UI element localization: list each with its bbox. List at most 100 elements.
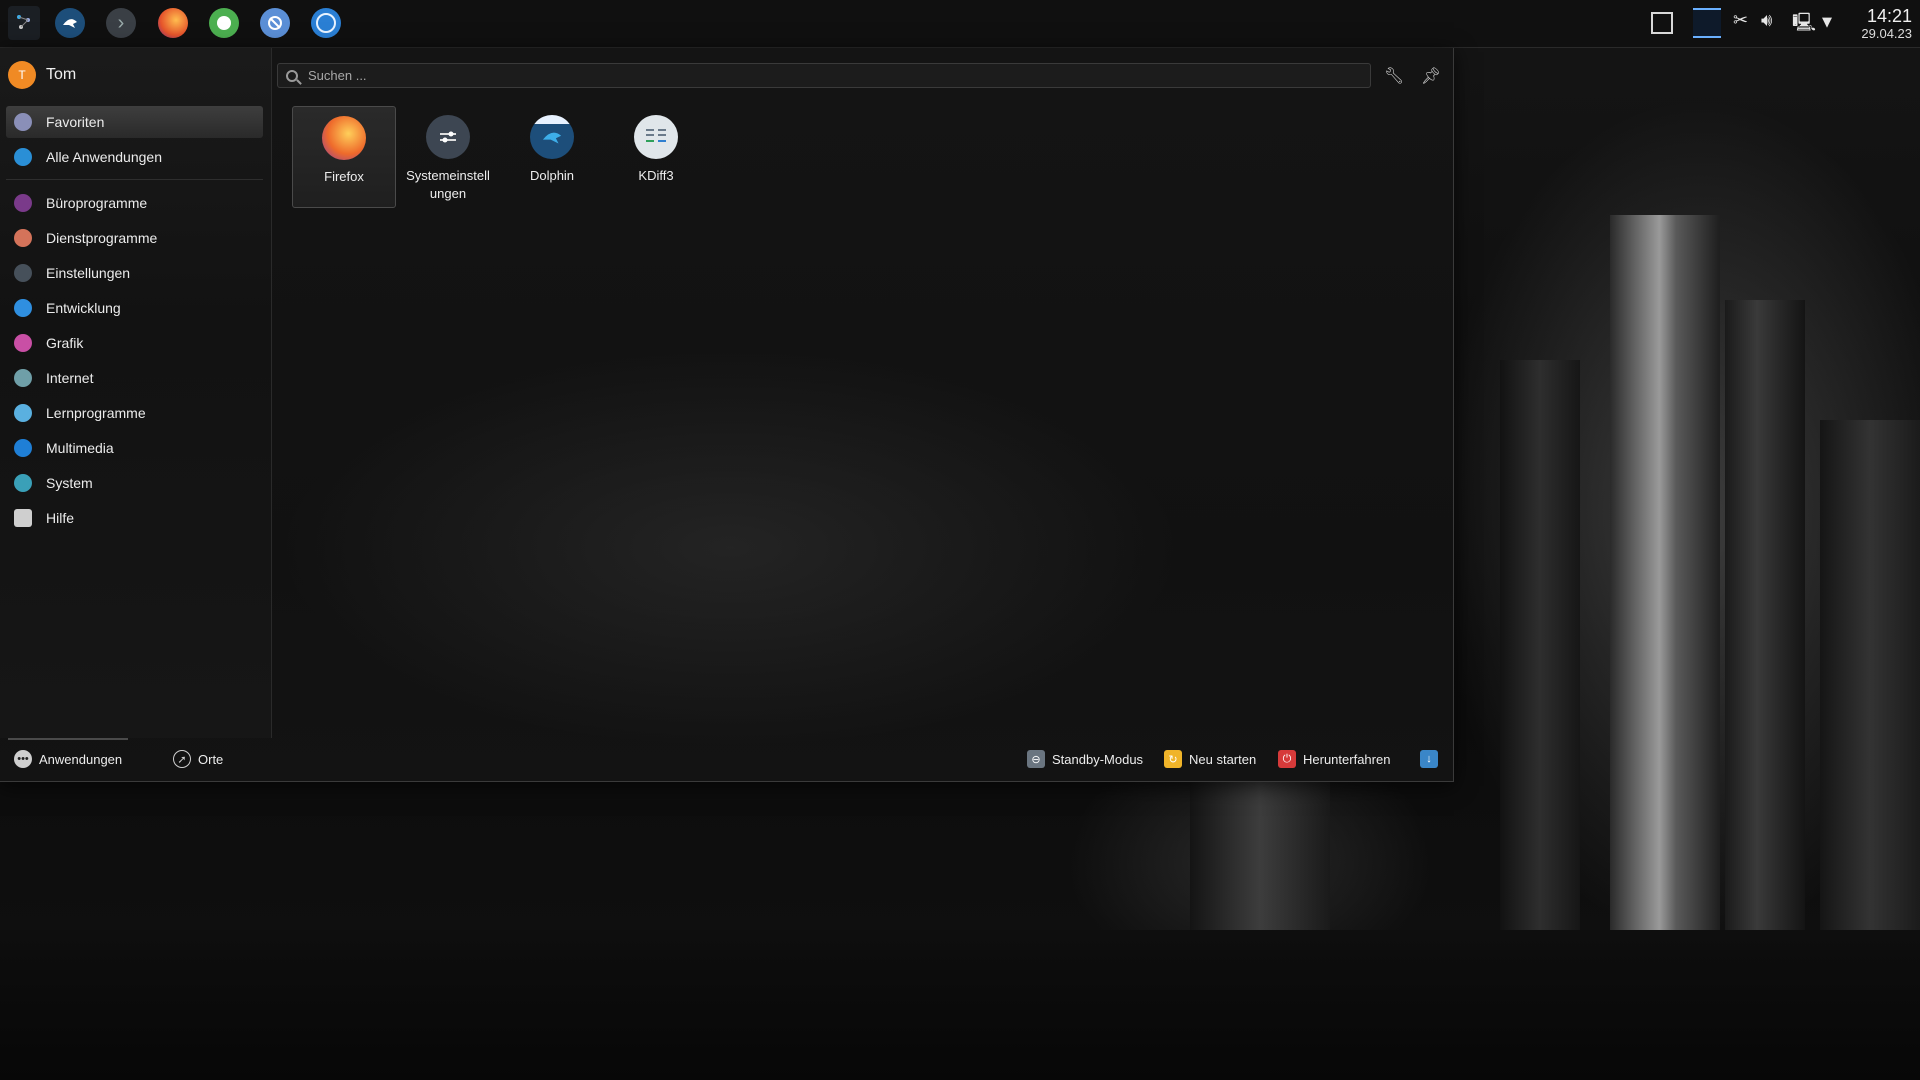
tab-applications[interactable]: ••• Anwendungen: [14, 747, 122, 771]
wallpaper-building: [1500, 360, 1580, 930]
shutdown-button[interactable]: ⏻ Herunterfahren: [1278, 747, 1390, 771]
button-label: Neu starten: [1189, 751, 1257, 767]
firefox-icon: [322, 116, 366, 160]
configure-icon[interactable]: 🔧︎: [1382, 63, 1406, 87]
settings-icon: [14, 264, 32, 282]
sidebar-item-settings[interactable]: Einstellungen: [6, 257, 263, 289]
system-icon: [14, 474, 32, 492]
app-label: Systemeinstell ungen: [406, 168, 490, 201]
compass-icon: ➚: [173, 750, 191, 768]
sidebar-item-label: System: [46, 475, 93, 491]
development-icon: [14, 299, 32, 317]
standby-button[interactable]: ⊖ Standby-Modus: [1027, 747, 1143, 771]
krdc-icon[interactable]: [260, 8, 290, 38]
search-icon: [286, 69, 298, 82]
sidebar-item-help[interactable]: Hilfe: [6, 502, 263, 534]
restart-icon: ↻: [1164, 750, 1182, 768]
avatar[interactable]: T: [8, 61, 36, 89]
tab-label: Orte: [198, 751, 224, 767]
tab-places[interactable]: ➚ Orte: [173, 747, 223, 771]
dolphin-icon[interactable]: [55, 8, 85, 38]
sidebar-item-all-applications[interactable]: Alle Anwendungen: [6, 141, 263, 173]
taskbar: › ✂ 🔊︎ 🖳 ▼ 14:21 29.04.23: [0, 0, 1920, 48]
user-profile[interactable]: T Tom: [8, 61, 76, 89]
volume-icon[interactable]: 🔊︎: [1761, 10, 1772, 31]
clock-date[interactable]: 29.04.23: [1840, 26, 1912, 41]
sidebar-item-graphics[interactable]: Grafik: [6, 327, 263, 359]
active-tab-indicator: [8, 738, 128, 740]
favorites-icon: [14, 113, 32, 131]
sidebar-item-label: Einstellungen: [46, 265, 131, 281]
wallpaper-building: [1820, 420, 1920, 930]
sidebar-item-label: Internet: [46, 370, 94, 386]
sidebar-item-education[interactable]: Lernprogramme: [6, 397, 263, 429]
circle-app-icon[interactable]: [311, 8, 341, 38]
app-label: Dolphin: [529, 168, 575, 183]
multimedia-icon: [14, 439, 32, 457]
applications-icon: •••: [14, 750, 32, 768]
wallpaper-ground: [0, 930, 1920, 1080]
system-settings-icon: [426, 115, 470, 159]
sidebar-item-label: Favoriten: [46, 114, 105, 130]
sidebar-item-system[interactable]: System: [6, 467, 263, 499]
sidebar-item-label: Dienstprogramme: [46, 230, 158, 246]
network-icon[interactable]: 🖳: [1792, 10, 1816, 40]
sidebar-item-label: Entwicklung: [46, 300, 121, 316]
sidebar-item-multimedia[interactable]: Multimedia: [6, 432, 263, 464]
sidebar-item-office[interactable]: Büroprogramme: [6, 187, 263, 219]
favorite-app-dolphin[interactable]: Dolphin: [500, 106, 604, 208]
scissors-icon[interactable]: ✂: [1733, 10, 1748, 31]
tab-label: Anwendungen: [39, 751, 123, 767]
utilities-icon: [14, 229, 32, 247]
sidebar-item-internet[interactable]: Internet: [6, 362, 263, 394]
expand-arrow-icon[interactable]: ▼: [1822, 15, 1832, 30]
power-icon: ⏻: [1278, 750, 1296, 768]
wallpaper-building: [1725, 300, 1805, 930]
sidebar-item-development[interactable]: Entwicklung: [6, 292, 263, 324]
window-icon[interactable]: [1651, 12, 1673, 34]
more-options-button[interactable]: ↓: [1420, 747, 1438, 771]
clock-time[interactable]: 14:21: [1850, 6, 1912, 27]
launcher-footer: ••• Anwendungen ➚ Orte ⊖ Standby-Modus ↻…: [0, 738, 1453, 781]
sidebar-item-label: Grafik: [46, 335, 84, 351]
sidebar-item-label: Hilfe: [46, 510, 75, 526]
education-icon: [14, 404, 32, 422]
search-input[interactable]: [306, 67, 1350, 84]
sidebar-item-label: Multimedia: [46, 440, 114, 456]
sidebar-item-favorites[interactable]: Favoriten: [6, 106, 263, 138]
app-label: Firefox: [324, 169, 364, 184]
internet-icon: [14, 369, 32, 387]
kde-launcher-icon[interactable]: [8, 6, 40, 40]
user-name: Tom: [46, 66, 77, 83]
favorite-app-kdiff3[interactable]: KDiff3: [604, 106, 708, 208]
launcher-sidebar: T Tom Favoriten Alle Anwendungen Büropro…: [0, 48, 272, 738]
chevron-right-icon[interactable]: ›: [106, 8, 136, 38]
sidebar-item-label: Büroprogramme: [46, 195, 148, 211]
sidebar-item-label: Lernprogramme: [46, 405, 146, 421]
desktop-pager-icon[interactable]: [1693, 8, 1721, 38]
help-icon: [14, 509, 32, 527]
favorite-app-firefox[interactable]: Firefox: [292, 106, 396, 208]
restart-button[interactable]: ↻ Neu starten: [1164, 747, 1256, 771]
sidebar-item-label: Alle Anwendungen: [46, 149, 162, 165]
favorite-app-system-settings[interactable]: Systemeinstell ungen: [396, 106, 500, 208]
graphics-icon: [14, 334, 32, 352]
search-field[interactable]: [277, 63, 1371, 88]
arrow-down-icon: ↓: [1420, 750, 1438, 768]
firefox-icon[interactable]: [158, 8, 188, 38]
wallpaper-building: [1190, 780, 1330, 930]
dolphin-icon: [530, 115, 574, 159]
application-launcher: T Tom Favoriten Alle Anwendungen Büropro…: [0, 48, 1454, 782]
sidebar-item-utilities[interactable]: Dienstprogramme: [6, 222, 263, 254]
button-label: Herunterfahren: [1303, 751, 1391, 767]
pin-icon[interactable]: 📌︎: [1419, 63, 1443, 87]
office-icon: [14, 194, 32, 212]
button-label: Standby-Modus: [1052, 751, 1144, 767]
wallpaper-building: [1610, 215, 1720, 930]
app-label: KDiff3: [638, 168, 674, 183]
divider: [6, 179, 263, 180]
download-icon[interactable]: [209, 8, 239, 38]
standby-icon: ⊖: [1027, 750, 1045, 768]
all-apps-icon: [14, 148, 32, 166]
kdiff3-icon: [634, 115, 678, 159]
